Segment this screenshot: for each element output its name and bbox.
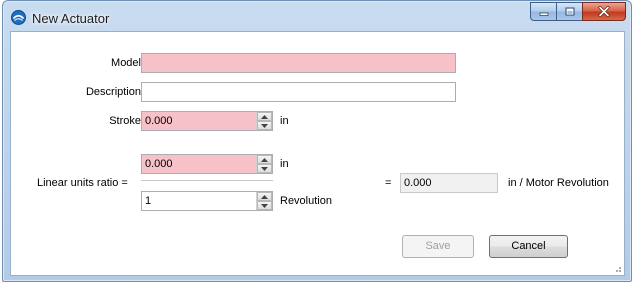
ratio-numerator-value[interactable]: 0.000 (142, 155, 256, 173)
equals-sign: = (385, 177, 392, 189)
stroke-spin-buttons (256, 112, 272, 130)
model-field[interactable] (141, 53, 456, 73)
ratio-numerator-stepper[interactable]: 0.000 (141, 154, 273, 174)
arrow-up-icon (261, 114, 268, 119)
close-button[interactable] (582, 2, 626, 21)
maximize-button[interactable] (556, 2, 582, 21)
minimize-button[interactable] (530, 2, 556, 21)
ratio-denominator-stepper[interactable]: 1 (141, 191, 273, 211)
arrow-down-icon (261, 203, 268, 208)
title-bar[interactable]: New Actuator (3, 1, 631, 31)
new-actuator-dialog: New Actuator Model Description Stroke 0.… (2, 0, 632, 282)
cancel-button[interactable]: Cancel (489, 235, 568, 258)
model-label: Model (111, 57, 141, 69)
dialog-body: Model Description Stroke 0.000 in Linear… (10, 31, 625, 276)
denominator-up-button[interactable] (257, 192, 272, 201)
ratio-result-unit: in / Motor Revolution (508, 177, 609, 189)
save-button[interactable]: Save (402, 235, 474, 258)
arrow-up-icon (261, 157, 268, 162)
stroke-label: Stroke (109, 115, 141, 127)
linear-ratio-label: Linear units ratio = (37, 177, 128, 189)
minimize-icon (539, 12, 548, 16)
stroke-value[interactable]: 0.000 (142, 112, 256, 130)
app-logo-icon (11, 10, 26, 25)
arrow-down-icon (261, 166, 268, 171)
numerator-spin-buttons (256, 155, 272, 173)
arrow-down-icon (261, 123, 268, 128)
stroke-stepper[interactable]: 0.000 (141, 111, 273, 131)
stroke-up-button[interactable] (257, 112, 272, 121)
stroke-down-button[interactable] (257, 121, 272, 130)
ratio-fraction-line (141, 180, 273, 181)
numerator-down-button[interactable] (257, 164, 272, 173)
denominator-down-button[interactable] (257, 201, 272, 210)
window-title: New Actuator (32, 11, 110, 26)
ratio-denominator-unit: Revolution (280, 195, 332, 207)
description-field[interactable] (141, 82, 456, 102)
ratio-result-field: 0.000 (400, 173, 498, 193)
numerator-up-button[interactable] (257, 155, 272, 164)
ratio-numerator-unit: in (280, 158, 289, 170)
ratio-denominator-value[interactable]: 1 (142, 192, 256, 210)
arrow-up-icon (261, 194, 268, 199)
description-label: Description (85, 86, 141, 98)
close-icon (598, 6, 610, 17)
caption-buttons (530, 2, 626, 21)
maximize-icon (565, 7, 574, 16)
denominator-spin-buttons (256, 192, 272, 210)
stroke-unit: in (280, 115, 289, 127)
resize-grip-icon[interactable] (612, 263, 622, 273)
